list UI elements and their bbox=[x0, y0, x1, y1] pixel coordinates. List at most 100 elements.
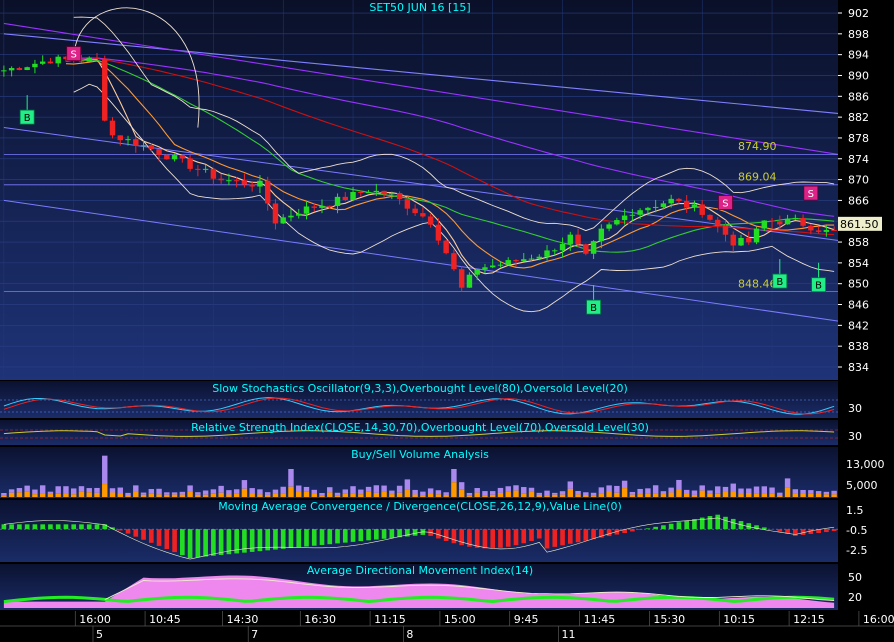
time-axis-tick-label: 10:45 bbox=[149, 613, 181, 626]
price-axis-tick-label: 894 bbox=[848, 49, 869, 62]
volume-sell-bar bbox=[241, 480, 248, 489]
macd-axis-tick-1.5: 1.5 bbox=[846, 504, 864, 517]
candle-body bbox=[521, 259, 527, 262]
volume-sell-bar bbox=[746, 488, 752, 493]
volume-sell-bar bbox=[544, 490, 550, 496]
volume-sell-bar bbox=[676, 479, 682, 490]
volume-buy-bar bbox=[373, 492, 380, 497]
volume-sell-bar bbox=[109, 488, 116, 493]
adx-panel[interactable]: Average Directional Movement Index(14) 5… bbox=[0, 564, 862, 610]
candle-body bbox=[443, 240, 449, 254]
volume-buy-bar bbox=[94, 492, 100, 497]
candle-body bbox=[249, 184, 255, 187]
volume-sell-bar bbox=[1, 492, 7, 496]
time-axis-tick-label: 16:00 bbox=[863, 613, 894, 626]
volume-sell-bar bbox=[86, 488, 92, 493]
price-axis-tick-label: 902 bbox=[848, 7, 869, 20]
price-axis-tick-label: 898 bbox=[848, 28, 869, 41]
volume-buy-bar bbox=[171, 494, 178, 497]
volume-buy-bar bbox=[552, 494, 558, 497]
macd-panel[interactable]: Moving Average Convergence / Divergence(… bbox=[0, 500, 867, 562]
volume-sell-bar bbox=[32, 489, 38, 495]
volume-sell-bar bbox=[319, 492, 325, 496]
volume-buy-bar bbox=[815, 493, 822, 497]
candle-body bbox=[660, 203, 667, 207]
time-axis[interactable]: 16:00 10:45 14:30 16:30 11:15 15:00 9:45 11:45 1… bbox=[0, 611, 894, 642]
last-price-tag: 861.50 bbox=[838, 216, 882, 231]
volume-sell-bar bbox=[784, 478, 791, 488]
volume-sell-bar bbox=[629, 491, 636, 495]
volume-sell-bar bbox=[381, 485, 387, 492]
volume-buy-bar bbox=[148, 493, 155, 497]
volume-buy-bar bbox=[606, 491, 612, 497]
volume-buy-bar bbox=[350, 493, 356, 497]
volume-buy-bar bbox=[660, 494, 667, 497]
volume-sell-bar bbox=[489, 491, 496, 495]
candle-body bbox=[513, 260, 519, 262]
volume-buy-bar bbox=[629, 494, 636, 497]
volume-sell-bar bbox=[164, 492, 170, 495]
volume-sell-bar bbox=[63, 486, 69, 494]
signal-letter: B bbox=[24, 113, 31, 124]
price-axis-tick-label: 842 bbox=[848, 319, 869, 332]
signal-letter: B bbox=[815, 281, 822, 292]
volume-sell-bar bbox=[575, 490, 581, 495]
price-panel-bg bbox=[0, 0, 838, 380]
candle-body bbox=[715, 219, 721, 226]
chart-canvas[interactable]: 874.90 869.04 848.46 B S B S B S B SET50 JUN 16 … bbox=[0, 0, 894, 642]
candle-body bbox=[489, 265, 496, 268]
volume-sell-bar bbox=[334, 492, 341, 496]
volume-sell-bar bbox=[280, 486, 286, 494]
candle-body bbox=[815, 230, 822, 232]
volume-sell-bar bbox=[536, 492, 542, 495]
candle-body bbox=[590, 241, 597, 254]
candle-body bbox=[559, 243, 566, 251]
candle-body bbox=[218, 178, 224, 181]
candle-body bbox=[451, 253, 457, 270]
volume-sell-bar bbox=[738, 488, 744, 495]
price-axis[interactable]: 8348388428468508548588628668708748788828… bbox=[838, 0, 894, 380]
candle-body bbox=[39, 61, 46, 64]
time-axis-tick-label: 16:30 bbox=[304, 613, 336, 626]
candle-body bbox=[257, 180, 263, 187]
volume-buy-bar bbox=[598, 493, 605, 497]
volume-buy-bar bbox=[218, 492, 224, 497]
volume-buy-bar bbox=[800, 493, 806, 497]
volume-buy-bar bbox=[117, 493, 123, 497]
candle-body bbox=[1, 70, 7, 72]
volume-sell-bar bbox=[715, 486, 721, 494]
volume-buy-bar bbox=[715, 493, 721, 497]
volume-sell-bar bbox=[288, 469, 294, 487]
volume-buy-bar bbox=[683, 493, 690, 497]
candle-body bbox=[753, 228, 760, 243]
volume-sell-bar bbox=[668, 487, 674, 493]
candle-body bbox=[210, 168, 217, 179]
volume-buy-bar bbox=[342, 493, 349, 497]
volume-sell-bar bbox=[249, 488, 255, 494]
candle-body bbox=[738, 237, 744, 246]
volume-buy-bar bbox=[691, 494, 698, 497]
volume-sell-bar bbox=[70, 488, 77, 495]
rsi-panel[interactable]: Relative Strength Index(CLOSE,14,30,70),… bbox=[0, 420, 862, 445]
volume-buy-bar bbox=[187, 491, 193, 497]
price-axis-tick-label: 882 bbox=[848, 111, 869, 124]
time-axis-tick-label: 10:15 bbox=[723, 613, 755, 626]
volume-sell-bar bbox=[777, 492, 783, 496]
candle-body bbox=[117, 135, 123, 141]
signal-letter: B bbox=[776, 277, 783, 288]
stochastic-panel[interactable]: Slow Stochastics Oscillator(9,3,3),Overb… bbox=[0, 381, 862, 418]
volume-sell-bar bbox=[435, 490, 442, 495]
volume-panel[interactable]: Buy/Sell Volume Analysis 13,000 5,000 bbox=[0, 447, 885, 498]
volume-sell-bar bbox=[513, 485, 519, 491]
volume-buy-bar bbox=[288, 486, 294, 497]
volume-sell-bar bbox=[264, 492, 271, 495]
volume-buy-bar bbox=[389, 494, 395, 497]
candle-body bbox=[272, 203, 279, 224]
volume-sell-bar bbox=[707, 490, 713, 494]
volume-sell-bar bbox=[373, 485, 380, 493]
volume-sell-bar bbox=[645, 488, 651, 494]
volume-buy-bar bbox=[70, 494, 77, 497]
volume-buy-bar bbox=[249, 493, 255, 497]
price-panel[interactable]: 874.90 869.04 848.46 B S B S B S B SET50 JUN 16 … bbox=[0, 0, 850, 380]
chart-title: SET50 JUN 16 [15] bbox=[369, 1, 470, 14]
